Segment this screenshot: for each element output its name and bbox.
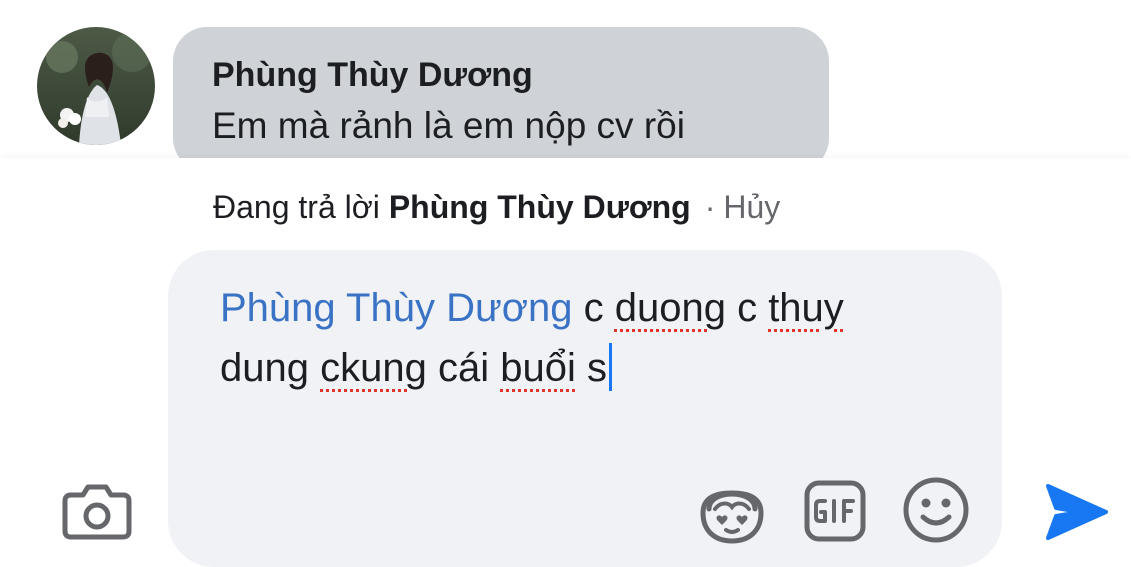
- text-segment: s: [575, 346, 607, 390]
- comment-bubble: Phùng Thùy Dương Em mà rảnh là em nộp cv…: [173, 27, 829, 172]
- send-icon: [1046, 484, 1108, 540]
- text-segment: dung: [220, 346, 321, 390]
- text-segment: c: [725, 286, 769, 330]
- text-caret: [608, 343, 612, 391]
- text-segment: cái: [426, 346, 501, 390]
- text-segment: c: [572, 286, 615, 330]
- misspelled-word[interactable]: duong: [615, 286, 726, 330]
- comment-input-text[interactable]: Phùng Thùy Dương c duong c thuy dung cku…: [220, 278, 880, 398]
- misspelled-word[interactable]: buổi: [500, 346, 576, 390]
- replying-to-separator: ·: [704, 188, 716, 225]
- camera-button[interactable]: [58, 476, 136, 546]
- avatar-sticker-button[interactable]: [692, 476, 772, 548]
- gif-icon: [804, 480, 866, 542]
- replying-to-label: Đang trả lời: [213, 188, 380, 225]
- misspelled-word[interactable]: thuy: [768, 286, 844, 330]
- cancel-reply-link[interactable]: Hủy: [723, 189, 780, 226]
- comment-author[interactable]: Phùng Thùy Dương: [212, 55, 829, 95]
- replying-to-bar: Đang trả lời Phùng Thùy Dương · Hủy: [213, 187, 780, 227]
- gif-button[interactable]: [801, 476, 869, 546]
- camera-icon: [62, 484, 132, 540]
- comment-input[interactable]: Phùng Thùy Dương c duong c thuy dung cku…: [168, 250, 1002, 567]
- reply-composer-panel: Đang trả lời Phùng Thùy Dương · Hủy Phùn…: [0, 158, 1131, 567]
- send-button[interactable]: [1039, 478, 1111, 546]
- emoji-button[interactable]: [900, 474, 972, 546]
- comment-text: Em mà rảnh là em nộp cv rồi: [212, 105, 685, 146]
- avatar[interactable]: [37, 27, 155, 145]
- replying-to-name: Phùng Thùy Dương: [388, 188, 691, 225]
- mention-tag[interactable]: Phùng Thùy Dương: [220, 286, 572, 330]
- misspelled-word[interactable]: ckung: [320, 346, 427, 390]
- smiley-icon: [903, 477, 969, 543]
- avatar-sticker-icon: [700, 490, 764, 544]
- avatar-photo: [37, 27, 155, 145]
